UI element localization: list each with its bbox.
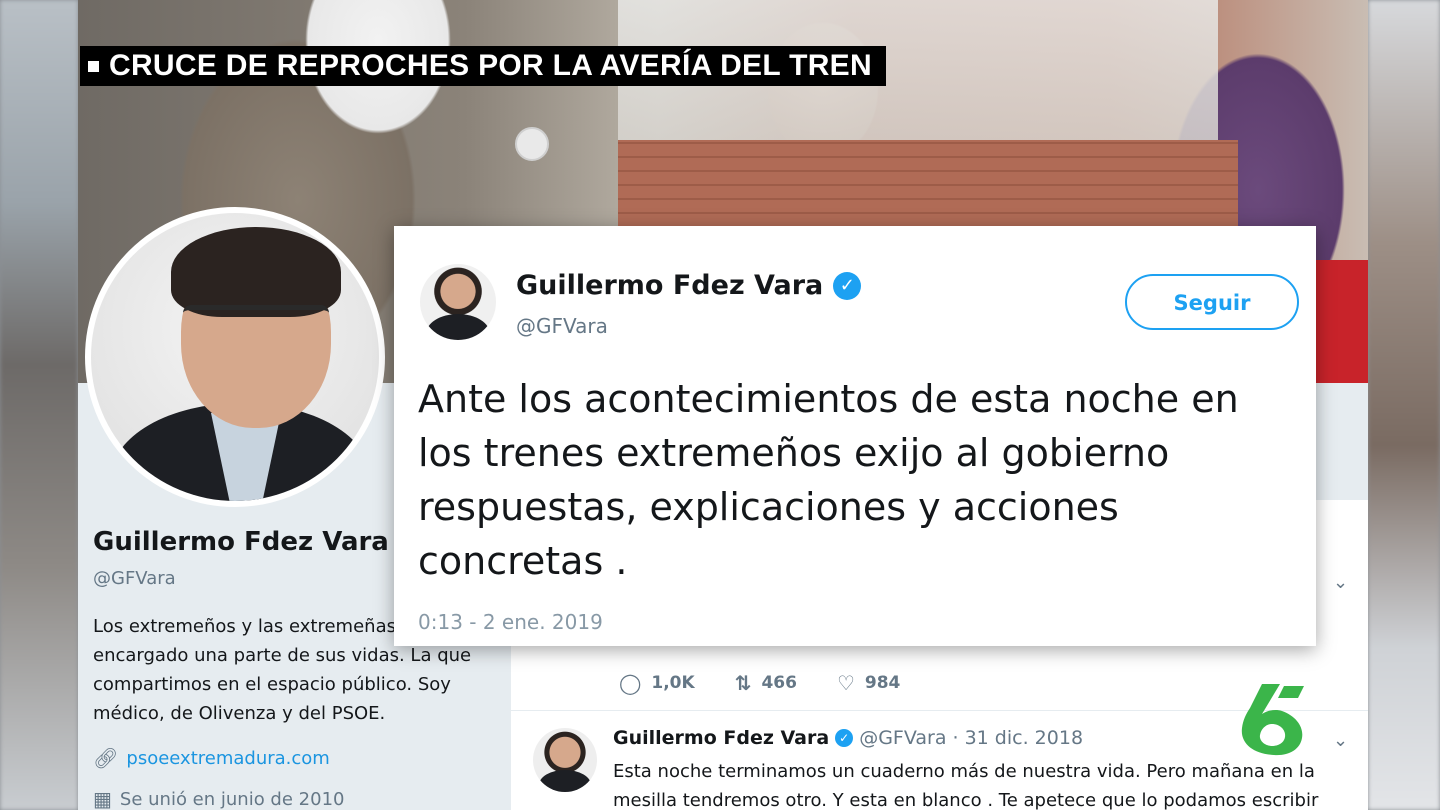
reply-count: 1,0K	[651, 673, 695, 693]
avatar-hair	[171, 227, 341, 317]
retweet-count: 466	[761, 673, 797, 693]
background-left-blur	[0, 0, 78, 810]
calendar-icon: ▦	[93, 787, 112, 810]
chevron-down-icon[interactable]: ⌄	[1333, 730, 1348, 751]
tweet-timestamp[interactable]: 0:13 - 2 ene. 2019	[418, 610, 603, 634]
profile-joined: ▦ Se unió en junio de 2010	[93, 787, 344, 810]
tweet-text-line: mesilla tendremos otro. Y esta en blanco…	[613, 790, 1319, 810]
tweet-actions: ◯ 1,0K ⇅ 466 ♡ 984	[619, 671, 900, 695]
tweet-author[interactable]: Guillermo Fdez Vara	[613, 727, 829, 749]
avatar-glasses	[183, 305, 329, 336]
retweet-icon: ⇅	[734, 671, 752, 695]
verified-badge-icon: ✓	[835, 729, 854, 747]
follow-button[interactable]: Seguir	[1125, 274, 1299, 330]
tweet-text-line: Esta noche terminamos un cuaderno más de…	[613, 761, 1315, 782]
profile-avatar[interactable]	[85, 207, 385, 507]
tweet-body-line: concretas .	[418, 539, 628, 583]
tweet-text: Esta noche terminamos un cuaderno más de…	[613, 757, 1319, 810]
bio-line: compartimos en el espacio público. Soy	[93, 674, 451, 695]
heart-icon: ♡	[836, 671, 855, 695]
tweet-body-line: los trenes extremeños exijo al gobierno	[418, 431, 1170, 475]
chevron-down-icon[interactable]: ⌄	[1333, 572, 1348, 593]
profile-joined-text: Se unió en junio de 2010	[119, 788, 345, 810]
reply-action[interactable]: ◯ 1,0K	[619, 671, 695, 695]
profile-handle: @GFVara	[93, 568, 176, 589]
profile-link-text[interactable]: psoeextremadura.com	[126, 748, 329, 769]
tweet-body-line: respuestas, explicaciones y acciones	[418, 485, 1119, 529]
tweet-author-handle[interactable]: @GFVara	[516, 314, 608, 338]
news-headline-banner: CRUCE DE REPROCHES POR LA AVERÍA DEL TRE…	[80, 46, 886, 86]
verified-badge-icon: ✓	[833, 271, 862, 300]
tweet-avatar[interactable]	[533, 728, 597, 792]
bio-line: médico, de Olivenza y del PSOE.	[93, 703, 386, 724]
tweet-body: Ante los acontecimientos de esta noche e…	[418, 372, 1308, 588]
retweet-action[interactable]: ⇅ 466	[735, 671, 797, 695]
tweet-author-name-row: Guillermo Fdez Vara ✓	[516, 270, 862, 301]
cover-pin-badge	[515, 127, 549, 161]
background-right-blur	[1368, 0, 1440, 810]
link-icon: 🔗︎	[93, 746, 119, 770]
tweet-author-name[interactable]: Guillermo Fdez Vara	[516, 270, 823, 301]
like-count: 984	[864, 673, 901, 693]
like-action[interactable]: ♡ 984	[837, 671, 900, 695]
la-sexta-logo	[1241, 684, 1304, 756]
tweet-body-line: Ante los acontecimientos de esta noche e…	[418, 377, 1239, 421]
reply-icon: ◯	[619, 671, 642, 695]
news-headline: CRUCE DE REPROCHES POR LA AVERÍA DEL TRE…	[109, 49, 872, 82]
profile-link[interactable]: 🔗︎ psoeextremadura.com	[93, 746, 330, 770]
tweet-author-avatar[interactable]	[420, 264, 496, 340]
tweet-header: Guillermo Fdez Vara ✓ @GFVara · 31 dic. …	[613, 727, 1083, 749]
cover-red-shape	[1316, 260, 1368, 383]
featured-tweet-card: Guillermo Fdez Vara ✓ @GFVara Seguir Ant…	[394, 226, 1316, 646]
banner-bullet	[88, 60, 99, 72]
cover-brick-wall	[618, 140, 1238, 240]
tweet-handle-date: @GFVara · 31 dic. 2018	[859, 727, 1084, 749]
profile-name: Guillermo Fdez Vara	[93, 527, 389, 557]
